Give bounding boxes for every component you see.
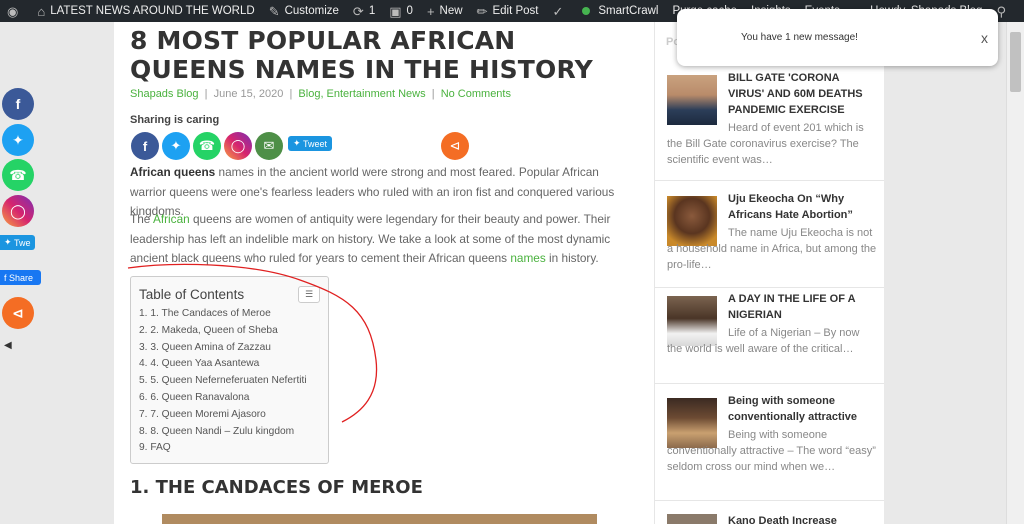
post-title[interactable]: Kano Death Increase [728, 513, 878, 524]
float-tweet-button[interactable]: ✦ Twe [0, 235, 35, 250]
post-thumbnail[interactable] [667, 514, 717, 524]
toc-item[interactable]: 3. 3. Queen Amina of Zazzau [139, 340, 320, 357]
email-icon: ✉ [263, 138, 275, 153]
page-scrollbar[interactable] [1006, 22, 1024, 524]
instagram-icon: ◯ [10, 202, 26, 219]
edit-post-link[interactable]: ✏ Edit Post [470, 0, 546, 22]
more-share-button[interactable]: ⊲ [441, 132, 469, 160]
smartcrawl-menu[interactable]: SmartCrawl [575, 0, 665, 22]
facebook-icon: f [142, 138, 148, 154]
toc-item[interactable]: 8. 8. Queen Nandi – Zulu kingdom [139, 424, 320, 441]
float-fb-share-button[interactable]: f Share [0, 270, 42, 285]
wp-logo-menu[interactable]: ◉ [0, 0, 30, 22]
bird-icon: ✦ [4, 237, 15, 247]
page-title: 8 MOST POPULAR AFRICAN QUEENS NAMES IN T… [130, 26, 593, 84]
comment-icon: ▣ [389, 3, 402, 19]
sharing-label: Sharing is caring [130, 114, 220, 126]
tweet-button[interactable]: ✦ Tweet [288, 136, 333, 151]
share-icon: ⊲ [12, 304, 24, 321]
seo-plugin-icon: ✓ [552, 3, 564, 19]
notification-popup: You have 1 new message! x [677, 9, 998, 66]
post-meta: Shapads Blog | June 15, 2020 | Blog, Ent… [130, 88, 511, 100]
toc-item[interactable]: 2. 2. Makeda, Queen of Sheba [139, 323, 320, 340]
updates-link[interactable]: ⟳ 1 [346, 0, 382, 22]
whatsapp-icon: ☎ [9, 166, 27, 183]
brush-icon: ✎ [268, 3, 280, 19]
section-image [162, 514, 597, 524]
post-excerpt: Being with someone conventionally attrac… [667, 429, 876, 474]
toc-item[interactable]: 5. 5. Queen Neferneferuaten Nefertiti [139, 373, 320, 390]
toc-item[interactable]: 6. 6. Queen Ranavalona [139, 390, 320, 407]
scrollbar-thumb[interactable] [1010, 32, 1021, 92]
pencil-icon: ✏ [476, 3, 488, 19]
comments-link[interactable]: ▣ 0 [382, 0, 420, 22]
body-paragraph: The African queens are women of antiquit… [130, 212, 611, 265]
whatsapp-icon: ☎ [198, 138, 216, 153]
sidebar-post[interactable]: A DAY IN THE LIFE OF A NIGERIAN Life of … [655, 293, 884, 384]
post-thumbnail[interactable] [667, 75, 717, 125]
names-link[interactable]: names [510, 251, 545, 265]
float-more-share-button[interactable]: ⊲ [2, 297, 34, 329]
share-icon: ⊲ [449, 138, 461, 153]
yoast-menu[interactable]: ✓ [545, 0, 575, 22]
post-title[interactable]: BILL GATE 'CORONA VIRUS' AND 60M DEATHS … [728, 70, 878, 118]
float-facebook-button[interactable]: f [2, 88, 34, 120]
post-excerpt: The name Uju Ekeocha is not a household … [667, 227, 877, 272]
sidebar-post[interactable]: Kano Death Increase [655, 514, 884, 524]
twitter-icon: ✦ [12, 131, 24, 148]
float-whatsapp-button[interactable]: ☎ [2, 159, 34, 191]
home-icon: ⌂ [37, 3, 46, 19]
float-twitter-button[interactable]: ✦ [2, 124, 34, 156]
collapse-share-bar-icon[interactable]: ◀ [4, 340, 12, 351]
toc-title: Table of Contents [139, 287, 245, 302]
twitter-share-button[interactable]: ✦ [162, 132, 190, 160]
toc-list: 1. 1. The Candaces of Meroe 2. 2. Makeda… [139, 306, 320, 457]
status-dot-icon [582, 7, 591, 15]
facebook-icon: f [15, 96, 21, 112]
post-title[interactable]: Being with someone conventionally attrac… [728, 393, 878, 425]
toc-item[interactable]: 9. FAQ [139, 440, 320, 457]
comments-link[interactable]: No Comments [441, 88, 511, 100]
facebook-share-button[interactable]: f [131, 132, 159, 160]
whatsapp-share-button[interactable]: ☎ [193, 132, 221, 160]
list-icon: ☰ [304, 289, 314, 299]
post-excerpt: Life of a Nigerian – By now the world is… [667, 327, 860, 356]
sidebar-post[interactable]: Uju Ekeocha On “Why Africans Hate Aborti… [655, 193, 884, 288]
toc-item[interactable]: 4. 4. Queen Yaa Asantewa [139, 356, 320, 373]
sidebar-post[interactable]: BILL GATE 'CORONA VIRUS' AND 60M DEATHS … [655, 72, 884, 181]
email-share-button[interactable]: ✉ [255, 132, 283, 160]
share-buttons-row: f ✦ ☎ ◯ ✉ ✦ Tweet [131, 132, 333, 160]
toc-toggle-button[interactable]: ☰ [298, 286, 320, 303]
customize-link[interactable]: ✎ Customize [262, 0, 346, 22]
toc-item[interactable]: 1. 1. The Candaces of Meroe [139, 306, 320, 323]
african-link[interactable]: African [153, 212, 190, 226]
plus-icon: + [426, 3, 435, 19]
refresh-icon: ⟳ [352, 3, 364, 19]
wordpress-icon: ◉ [7, 3, 19, 19]
site-name-menu[interactable]: ⌂ LATEST NEWS AROUND THE WORLD [30, 0, 261, 22]
author-link[interactable]: Shapads Blog [130, 88, 199, 100]
post-excerpt: Heard of event 201 which is the Bill Gat… [667, 122, 864, 167]
notification-message: You have 1 new message! [741, 32, 858, 43]
post-date: June 15, 2020 [213, 88, 284, 100]
new-content-menu[interactable]: + New [420, 0, 470, 22]
toc-item[interactable]: 7. 7. Queen Moremi Ajasoro [139, 407, 320, 424]
instagram-icon: ◯ [230, 138, 246, 153]
notification-close-button[interactable]: x [981, 30, 988, 46]
table-of-contents: Table of Contents ☰ 1. 1. The Candaces o… [130, 276, 329, 464]
post-title[interactable]: Uju Ekeocha On “Why Africans Hate Aborti… [728, 191, 878, 223]
instagram-share-button[interactable]: ◯ [224, 132, 252, 160]
bird-icon: ✦ [293, 138, 304, 148]
twitter-icon: ✦ [170, 138, 182, 153]
float-instagram-button[interactable]: ◯ [2, 195, 34, 227]
section-heading: 1. THE CANDACES OF MEROE [130, 477, 423, 498]
post-title[interactable]: A DAY IN THE LIFE OF A NIGERIAN [728, 291, 878, 323]
sidebar-post[interactable]: Being with someone conventionally attrac… [655, 395, 884, 501]
category-links[interactable]: Blog, Entertainment News [298, 88, 425, 100]
